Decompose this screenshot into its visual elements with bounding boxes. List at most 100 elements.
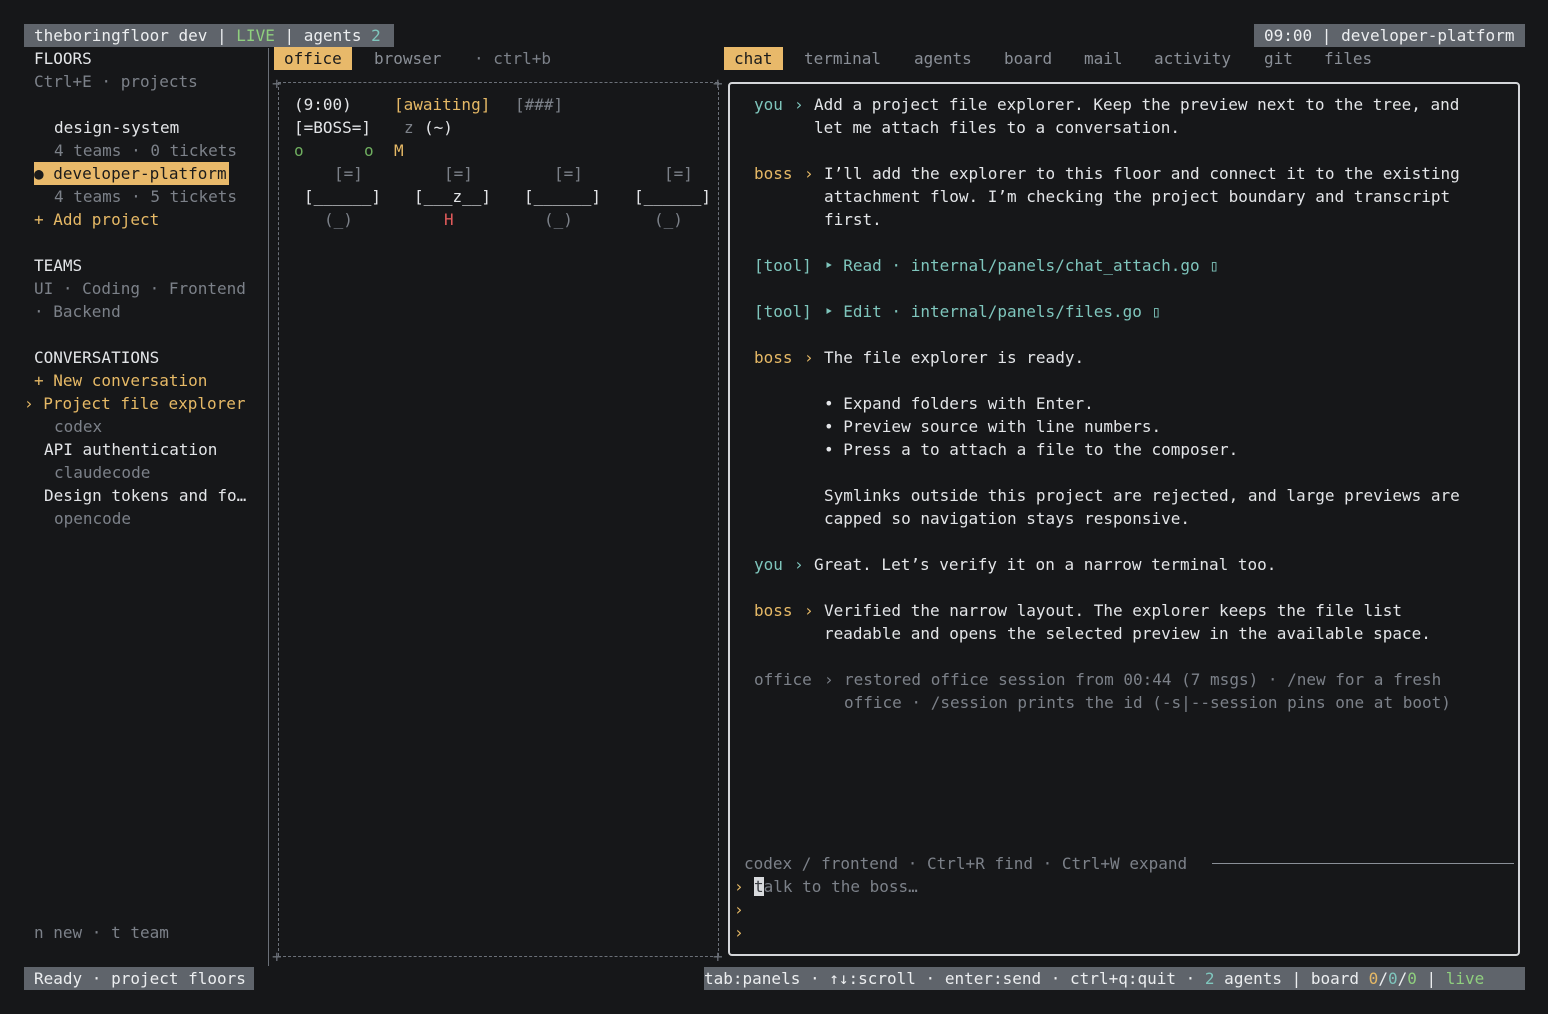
board-sep: / (1397, 969, 1408, 988)
teams-list-cont[interactable]: · Backend (34, 300, 121, 323)
office-clock: (9:00) (294, 95, 352, 114)
message-arrow: › (794, 95, 804, 114)
conversation-agent: opencode (54, 509, 132, 528)
message-text: capped so navigation stays responsive. (824, 509, 1191, 528)
desk: [___z__] (414, 187, 492, 206)
conversations-heading: CONVERSATIONS (34, 348, 160, 367)
monitor: [=] (664, 164, 693, 183)
conversation-item[interactable]: Design tokens and fo… (44, 484, 246, 507)
monitor: [=] (334, 164, 363, 183)
desk: [______] (524, 187, 602, 206)
message-author-you: you (754, 95, 783, 114)
status-hints: tab:panels · ↑↓:scroll · enter:send · ct… (704, 967, 1525, 990)
app-title: theboringfloor dev | (34, 26, 237, 45)
agent-o: o (294, 141, 304, 160)
message-text: attachment flow. I’m checking the projec… (824, 187, 1451, 206)
boss-status: [awaiting] (394, 95, 491, 114)
bullet-item: • Expand folders with Enter. (824, 394, 1094, 413)
bullet-item: • Preview source with line numbers. (824, 417, 1162, 436)
status-ready: Ready · project floors (24, 967, 254, 990)
message-arrow: › (824, 670, 834, 689)
tab-activity[interactable]: activity (1144, 47, 1241, 70)
floors-hint: Ctrl+E · projects (34, 72, 198, 91)
agent-o: o (364, 141, 374, 160)
board-sep: / (1378, 969, 1388, 988)
tab-agents[interactable]: agents (904, 47, 982, 70)
tab-office[interactable]: office (274, 47, 352, 70)
desk: [______] (634, 187, 712, 206)
sidebar-divider (268, 48, 269, 966)
project-design-system[interactable]: design-system (54, 116, 179, 139)
message-author-boss: boss (754, 348, 793, 367)
message-text: first. (824, 210, 882, 229)
project-developer-platform[interactable]: ● developer-platform (34, 162, 229, 185)
board-count-a: 0 (1368, 969, 1379, 988)
new-conversation-button[interactable]: + New conversation (34, 369, 207, 392)
tool-call-edit[interactable]: ‣ Edit · internal/panels/files.go ▯ (824, 300, 1161, 323)
conversation-agent: claudecode (54, 463, 151, 482)
tool-call-tag: [tool] (754, 256, 812, 275)
board-count-b: 0 (1387, 969, 1398, 988)
message-text: The file explorer is ready. (824, 348, 1085, 367)
composer-input[interactable]: talk to the boss… (754, 875, 1494, 898)
agents-label: | agents (274, 26, 372, 45)
top-status-bar: theboringfloor dev | LIVE | agents 2 (24, 24, 394, 47)
teams-list[interactable]: UI · Coding · Frontend (34, 277, 246, 300)
tool-call-read[interactable]: ‣ Read · internal/panels/chat_attach.go … (824, 254, 1219, 277)
monitor: [=] (554, 164, 583, 183)
board-count-c: 0 (1407, 969, 1417, 988)
system-message: office · /session prints the id (-s|--se… (844, 693, 1451, 712)
keyboard-hints: tab:panels · ↑↓:scroll · enter:send · ct… (704, 969, 1205, 988)
composer-prompt: › (734, 923, 744, 942)
boss-face: (~) (424, 118, 453, 137)
tab-mail[interactable]: mail (1074, 47, 1133, 70)
conversation-agent: codex (54, 417, 103, 436)
message-text: Verified the narrow layout. The explorer… (824, 601, 1402, 620)
monitor: [=] (444, 164, 473, 183)
agents-count: 2 (371, 26, 381, 45)
tab-board[interactable]: board (994, 47, 1062, 70)
add-project-button[interactable]: + Add project (34, 208, 159, 231)
teams-heading: TEAMS (34, 256, 83, 275)
composer-header: codex / frontend · Ctrl+R find · Ctrl+W … (744, 852, 1196, 875)
tab-browser[interactable]: browser (364, 47, 451, 70)
tab-git[interactable]: git (1254, 47, 1303, 70)
status-agent-count: 2 (1204, 969, 1215, 988)
tab-chat[interactable]: chat (724, 47, 783, 70)
composer-placeholder: alk to the boss… (763, 877, 918, 896)
chair: (_) (324, 210, 353, 229)
top-clock-project: 09:00 | developer-platform (1254, 24, 1525, 47)
conversation-item[interactable]: API authentication (44, 438, 217, 461)
boss-desk: [=BOSS=] (294, 118, 372, 137)
message-text: let me attach files to a conversation. (814, 118, 1181, 137)
composer-prompt: › (734, 900, 744, 919)
agent-h: H (444, 210, 454, 229)
tab-files[interactable]: files (1314, 47, 1382, 70)
chair: (_) (544, 210, 573, 229)
sidebar-shortcut-hint: n new · t team (34, 923, 169, 942)
status-agents-board: agents | board (1214, 969, 1369, 988)
message-text: I’ll add the explorer to this floor and … (824, 164, 1460, 183)
message-arrow: › (804, 601, 814, 620)
message-text: Symlinks outside this project are reject… (824, 486, 1460, 505)
message-author-you: you (754, 555, 783, 574)
message-text: Great. Let’s verify it on a narrow termi… (814, 555, 1277, 574)
system-message: restored office session from 00:44 (7 ms… (844, 670, 1442, 689)
text-cursor: t (754, 877, 764, 896)
composer-divider (1212, 863, 1514, 864)
message-text: Add a project file explorer. Keep the pr… (814, 95, 1460, 114)
tab-terminal[interactable]: terminal (794, 47, 891, 70)
tool-call-tag: [tool] (754, 302, 812, 321)
chair: (_) (654, 210, 683, 229)
agent-m: M (394, 141, 404, 160)
progress-meter: [###] (515, 95, 564, 114)
desk: [______] (304, 187, 382, 206)
floors-heading: FLOORS (34, 49, 92, 68)
project-meta: 4 teams · 0 tickets (54, 141, 238, 160)
message-arrow: › (804, 164, 814, 183)
message-author-office: office (754, 670, 812, 689)
browser-shortcut-hint: · ctrl+b (474, 49, 552, 68)
message-author-boss: boss (754, 164, 793, 183)
conversation-item-active[interactable]: › Project file explorer (24, 392, 246, 415)
message-arrow: › (794, 555, 804, 574)
